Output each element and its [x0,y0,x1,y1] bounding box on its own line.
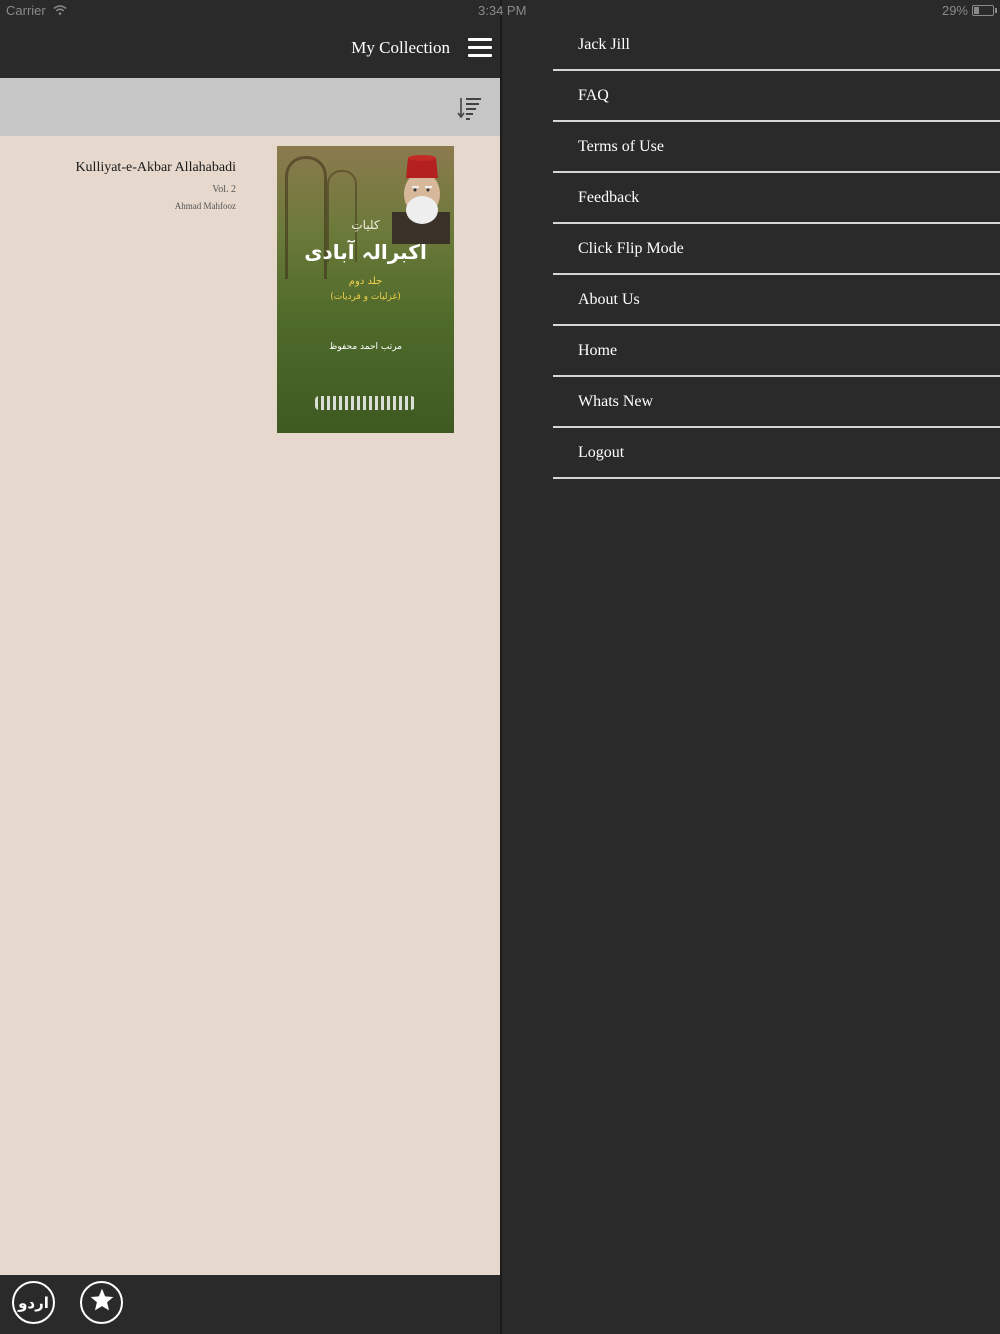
cover-text: اکبرالہ آبادی [304,240,427,264]
menu-item-label: Whats New [578,393,654,410]
battery-percent: 29% [941,3,968,18]
book-cover[interactable]: کلیاتِ اکبرالہ آبادی جلد دوم (غزلیات و ف… [277,146,454,433]
collection-panel: My Collection Kulliyat-e-Akbar Allahabad [0,0,500,1334]
side-menu: Jack Jill FAQ Terms of Use Feedback Clic… [502,0,1000,1334]
urdu-language-button[interactable]: اردو [12,1281,55,1324]
menu-item-label: Feedback [578,189,640,206]
hamburger-menu-icon[interactable] [468,38,492,58]
status-bar: Carrier 3:34 PM 29% [0,0,1000,20]
sort-bar [0,78,500,136]
status-carrier: Carrier [6,3,67,18]
battery-icon [972,5,997,16]
menu-item-label: Logout [578,444,625,461]
menu-item-label: Jack Jill [578,36,630,53]
status-time: 3:34 PM [478,3,527,18]
menu-item-label: Home [578,342,618,359]
menu-item-home[interactable]: Home [553,326,1000,377]
book-volume: Vol. 2 [212,184,236,195]
menu-item-label: FAQ [578,87,609,104]
bottom-toolbar: اردو [0,1275,500,1334]
status-battery: 29% [941,3,997,18]
star-icon [89,1287,115,1318]
urdu-button-label: اردو [18,1293,49,1312]
menu-item-label: Click Flip Mode [578,240,684,257]
carrier-label: Carrier [6,3,46,18]
wifi-icon [53,3,67,18]
menu-item-about-us[interactable]: About Us [553,275,1000,326]
cover-text: کلیاتِ [351,218,380,232]
cover-text: مرتب احمد محفوظ [329,342,402,352]
menu-item-faq[interactable]: FAQ [553,71,1000,122]
cover-text: (غزلیات و فردیات) [330,292,401,302]
menu-item-label: About Us [578,291,640,308]
book-title: Kulliyat-e-Akbar Allahabadi [75,160,236,175]
menu-item-feedback[interactable]: Feedback [553,173,1000,224]
menu-item-terms-of-use[interactable]: Terms of Use [553,122,1000,173]
book-author: Ahmad Mahfooz [174,201,236,211]
app-screen: Carrier 3:34 PM 29% My Collection Kulliy… [0,0,1000,1334]
book-item[interactable]: Kulliyat-e-Akbar Allahabadi Vol. 2 Ahmad… [0,136,500,446]
favorites-button[interactable] [80,1281,123,1324]
menu-item-whats-new[interactable]: Whats New [553,377,1000,428]
menu-item-label: Terms of Use [578,138,664,155]
cover-publisher-logo [315,396,415,410]
menu-item-logout[interactable]: Logout [553,428,1000,479]
page-title: My Collection [351,38,450,57]
sort-icon[interactable] [456,94,484,122]
cover-text: جلد دوم [348,276,383,287]
menu-item-user[interactable]: Jack Jill [553,20,1000,71]
menu-item-click-flip-mode[interactable]: Click Flip Mode [553,224,1000,275]
battery-fill [974,7,979,14]
side-menu-list: Jack Jill FAQ Terms of Use Feedback Clic… [553,20,1000,479]
